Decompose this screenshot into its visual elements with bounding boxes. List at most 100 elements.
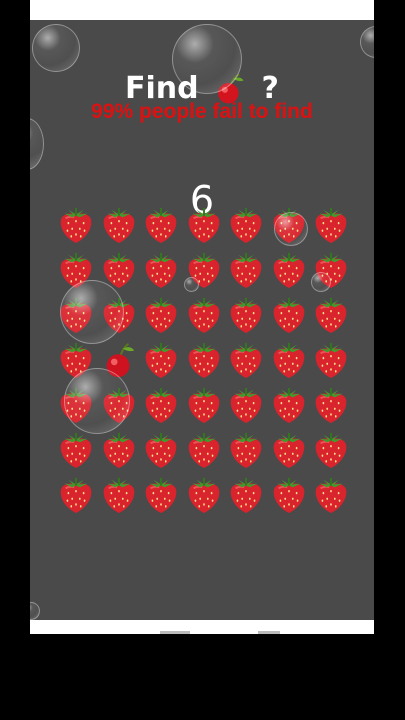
strawberry-cell[interactable]	[310, 382, 353, 427]
strawberry-cell[interactable]	[140, 472, 183, 517]
bottom-strip	[30, 620, 374, 634]
strawberry-cell[interactable]	[140, 247, 183, 292]
strawberry-cell[interactable]	[55, 292, 98, 337]
strawberry-cell[interactable]	[183, 472, 226, 517]
cherry-icon	[100, 340, 138, 380]
strawberry-icon	[312, 475, 350, 515]
strawberry-cell[interactable]	[98, 292, 141, 337]
strawberry-icon	[142, 340, 180, 380]
strawberry-cell[interactable]	[55, 427, 98, 472]
bottom-mark	[160, 631, 190, 634]
strawberry-cell[interactable]	[98, 427, 141, 472]
strawberry-icon	[312, 295, 350, 335]
strawberry-icon	[270, 385, 308, 425]
strawberry-cell[interactable]	[310, 337, 353, 382]
strawberry-cell[interactable]	[225, 202, 268, 247]
strawberry-icon	[270, 475, 308, 515]
strawberry-icon	[270, 340, 308, 380]
strawberry-cell[interactable]	[225, 247, 268, 292]
strawberry-icon	[57, 250, 95, 290]
fruit-grid	[55, 202, 355, 517]
bubble-decoration	[30, 602, 40, 620]
strawberry-cell[interactable]	[98, 472, 141, 517]
strawberry-cell[interactable]	[183, 427, 226, 472]
strawberry-cell[interactable]	[55, 247, 98, 292]
strawberry-cell[interactable]	[98, 247, 141, 292]
strawberry-icon	[57, 295, 95, 335]
strawberry-cell[interactable]	[268, 472, 311, 517]
strawberry-icon	[312, 430, 350, 470]
game-panel: Find ? 99% people fail to find 6	[30, 20, 374, 620]
strawberry-icon	[227, 430, 265, 470]
strawberry-cell[interactable]	[268, 427, 311, 472]
strawberry-cell[interactable]	[310, 247, 353, 292]
strawberry-cell[interactable]	[225, 472, 268, 517]
strawberry-cell[interactable]	[183, 382, 226, 427]
strawberry-icon	[142, 250, 180, 290]
strawberry-cell[interactable]	[310, 202, 353, 247]
subtitle: 99% people fail to find	[91, 100, 313, 123]
strawberry-icon	[185, 475, 223, 515]
strawberry-cell[interactable]	[98, 202, 141, 247]
strawberry-icon	[185, 430, 223, 470]
bubble-decoration	[30, 118, 44, 170]
cherry-cell[interactable]	[98, 337, 141, 382]
bottom-mark	[258, 631, 280, 634]
strawberry-icon	[185, 385, 223, 425]
strawberry-icon	[57, 205, 95, 245]
strawberry-icon	[270, 295, 308, 335]
strawberry-cell[interactable]	[140, 427, 183, 472]
strawberry-cell[interactable]	[225, 337, 268, 382]
strawberry-cell[interactable]	[140, 292, 183, 337]
strawberry-cell[interactable]	[55, 382, 98, 427]
strawberry-cell[interactable]	[183, 337, 226, 382]
strawberry-icon	[185, 295, 223, 335]
strawberry-icon	[142, 430, 180, 470]
strawberry-icon	[57, 430, 95, 470]
strawberry-cell[interactable]	[140, 382, 183, 427]
strawberry-icon	[185, 340, 223, 380]
strawberry-icon	[227, 295, 265, 335]
strawberry-icon	[227, 205, 265, 245]
strawberry-cell[interactable]	[268, 382, 311, 427]
strawberry-cell[interactable]	[310, 427, 353, 472]
strawberry-icon	[185, 250, 223, 290]
strawberry-icon	[312, 250, 350, 290]
strawberry-cell[interactable]	[225, 382, 268, 427]
strawberry-icon	[142, 295, 180, 335]
strawberry-cell[interactable]	[225, 292, 268, 337]
strawberry-icon	[100, 205, 138, 245]
strawberry-cell[interactable]	[268, 337, 311, 382]
strawberry-cell[interactable]	[225, 427, 268, 472]
strawberry-icon	[227, 340, 265, 380]
strawberry-icon	[312, 340, 350, 380]
strawberry-icon	[142, 205, 180, 245]
strawberry-icon	[142, 385, 180, 425]
strawberry-icon	[185, 205, 223, 245]
strawberry-cell[interactable]	[268, 292, 311, 337]
strawberry-icon	[57, 385, 95, 425]
strawberry-icon	[57, 475, 95, 515]
strawberry-icon	[227, 385, 265, 425]
strawberry-cell[interactable]	[140, 337, 183, 382]
strawberry-icon	[270, 430, 308, 470]
strawberry-cell[interactable]	[183, 292, 226, 337]
strawberry-cell[interactable]	[183, 202, 226, 247]
strawberry-icon	[57, 340, 95, 380]
strawberry-cell[interactable]	[55, 472, 98, 517]
strawberry-cell[interactable]	[140, 202, 183, 247]
strawberry-icon	[227, 475, 265, 515]
strawberry-cell[interactable]	[55, 337, 98, 382]
strawberry-cell[interactable]	[310, 472, 353, 517]
strawberry-cell[interactable]	[268, 247, 311, 292]
strawberry-cell[interactable]	[55, 202, 98, 247]
strawberry-cell[interactable]	[98, 382, 141, 427]
strawberry-icon	[312, 385, 350, 425]
strawberry-cell[interactable]	[268, 202, 311, 247]
strawberry-icon	[100, 475, 138, 515]
strawberry-icon	[227, 250, 265, 290]
strawberry-icon	[312, 205, 350, 245]
strawberry-cell[interactable]	[310, 292, 353, 337]
strawberry-cell[interactable]	[183, 247, 226, 292]
strawberry-icon	[100, 430, 138, 470]
